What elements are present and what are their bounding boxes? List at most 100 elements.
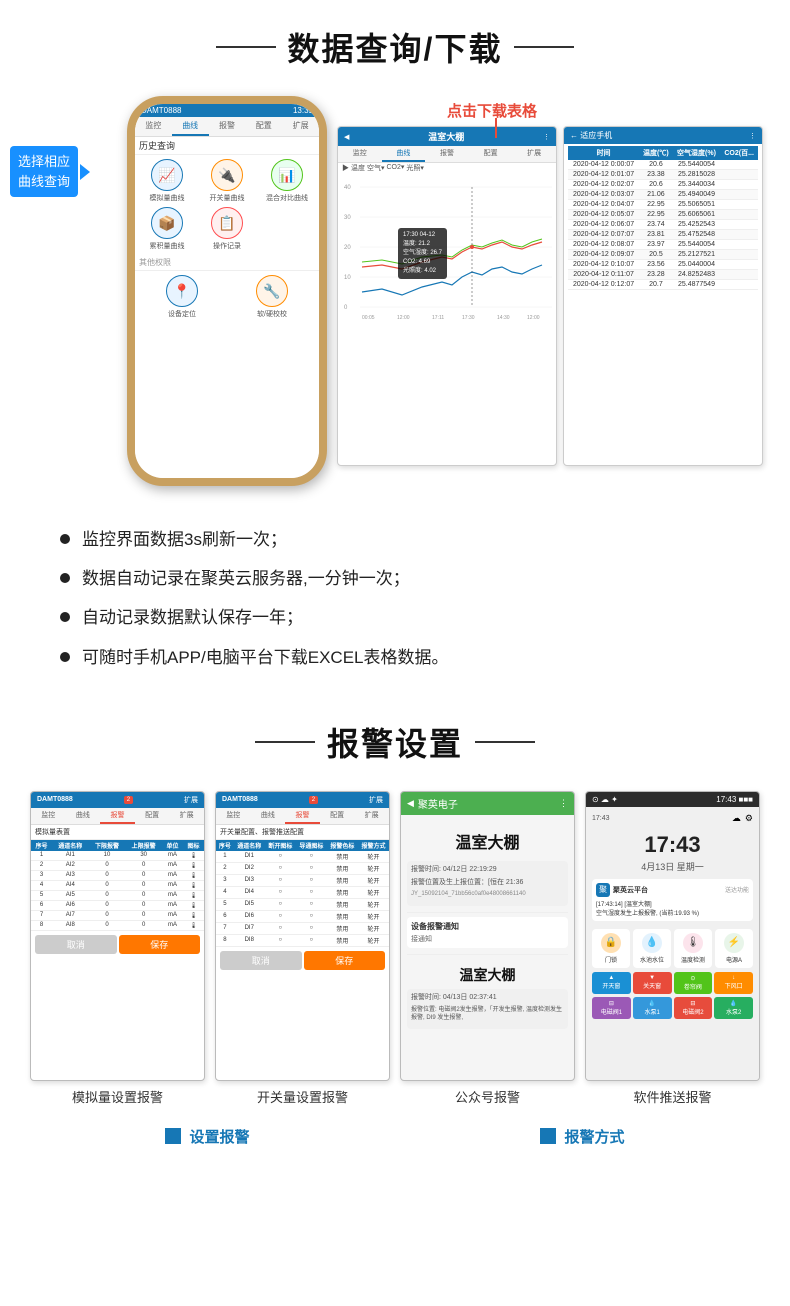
action-roller[interactable]: ⊙卷帘阀	[674, 972, 713, 994]
push-notif: 聚 聚英云平台 送达功能 [17:43:14] [温室大棚]空气湿度发生上报报警…	[592, 879, 753, 921]
other-perms: 其他权限	[135, 255, 319, 271]
table-row: 7AI700mA🌡	[31, 910, 204, 920]
blue-square-2	[540, 1128, 556, 1144]
table-row: 2020-04-12 0:12:0720.725.4877549	[568, 280, 758, 290]
bullet-2: 数据自动记录在聚英云服务器,一分钟一次；	[60, 565, 730, 592]
svg-text:12:00: 12:00	[397, 315, 410, 321]
analog-alarm-table: 序号 通道名称 下限报警 上限报警 单位 图标 1AI11030mA🌡 2AI2…	[31, 840, 204, 931]
action-open-skylight[interactable]: ▲开天窗	[592, 972, 631, 994]
device-locate[interactable]: 📍 设备定位	[139, 275, 225, 319]
save-btn[interactable]: 保存	[119, 935, 201, 954]
chart-nav-expand[interactable]: 扩展	[512, 146, 556, 162]
chart-tooltip: 17:30 04-12 温度: 21.2 空气湿度: 26.7 CO2: 4.6…	[398, 228, 447, 279]
quick-btn-water[interactable]: 💧 水池水位	[633, 929, 671, 968]
bottom-info-row: 设置报警 报警方式	[0, 1116, 790, 1163]
wechat-header: ◀ 聚英电子 ⋮	[401, 792, 574, 815]
action-vent[interactable]: ↓下风口	[714, 972, 753, 994]
table-row: 2020-04-12 0:03:0721.0625.4940049	[568, 190, 758, 200]
accum-curve[interactable]: 📦 累积量曲线	[139, 207, 195, 251]
table-row: 2020-04-12 0:07:0723.8125.4752548	[568, 230, 758, 240]
chart-nav-curve[interactable]: 曲线	[382, 146, 426, 162]
push-status-bar: ⊙ ☁ ✦ 17:43 ■■■	[586, 792, 759, 807]
chart-screen: ◀ 温室大棚 ⋮ 监控 曲线 报警 配置 扩展 ▶ 温度空气▾CO2▾光照▾ 4…	[337, 126, 557, 466]
chart-nav: 监控 曲线 报警 配置 扩展	[338, 146, 556, 163]
svg-text:10: 10	[344, 275, 351, 281]
analog-curve[interactable]: 📈 模拟量曲线	[139, 159, 195, 203]
section2-title: 报警设置	[327, 719, 463, 765]
op-record[interactable]: 📋 操作记录	[199, 207, 255, 251]
blue-square-1	[165, 1128, 181, 1144]
action-pump1[interactable]: 💧水泵1	[633, 997, 672, 1019]
bullet-1: 监控界面数据3s刷新一次；	[60, 526, 730, 553]
nav-monitor[interactable]: 监控	[135, 117, 172, 136]
switch-curve[interactable]: 🔌 开关量曲线	[199, 159, 255, 203]
chart-nav-config[interactable]: 配置	[469, 146, 513, 162]
left-annotation: 选择相应曲线查询	[10, 146, 90, 197]
table-row: 8DI8○○禁用轮开	[216, 934, 389, 946]
table-row: 4AI400mA🌡	[31, 880, 204, 890]
push-content: 17:43 ☁⚙ 17:43 4月13日 星期一 聚 聚英云平台 送达功能 [1…	[586, 807, 759, 1081]
mixed-curve[interactable]: 📊 混合对比曲线	[259, 159, 315, 203]
cancel-btn2[interactable]: 取消	[220, 951, 302, 970]
svg-text:00:05: 00:05	[362, 315, 375, 321]
data-table: 时间 温度(℃) 空气湿度(%) CO2(百... 2020-04-12 0:0…	[568, 146, 758, 290]
public-alarm-screen: ◀ 聚英电子 ⋮ 温室大棚 报警时间: 04/12日 22:19:29 报警位置…	[400, 791, 575, 1081]
table-row: 2020-04-12 0:09:0720.525.2127521	[568, 250, 758, 260]
quick-btn-temp[interactable]: 🌡 温度检测	[674, 929, 712, 968]
push-alarm-wrapper: ⊙ ☁ ✦ 17:43 ■■■ 17:43 ☁⚙ 17:43 4月13日 星期一…	[585, 791, 760, 1106]
switch-btn-bar: 取消 保存	[216, 947, 389, 974]
chart-title: 温室大棚	[428, 130, 464, 143]
nav-expand[interactable]: 扩展	[282, 117, 319, 136]
nav-config[interactable]: 配置	[245, 117, 282, 136]
alarm-method-text: 报警方式	[564, 1126, 624, 1147]
nav-curve[interactable]: 曲线	[172, 117, 209, 136]
table-row: 5DI5○○禁用轮开	[216, 898, 389, 910]
svg-text:30: 30	[344, 215, 351, 221]
company-name: 聚英电子	[418, 796, 458, 811]
table-row: 5AI500mA🌡	[31, 890, 204, 900]
greenhouse-title1: 温室大棚	[407, 821, 568, 861]
switch-alarm-wrapper: DAMT0888 2 扩展 监控 曲线 报警 配置 扩展 开关量配置、报警推送配…	[215, 791, 390, 1106]
alarm-method-info: 报警方式	[540, 1126, 624, 1147]
table-header: ← 适应手机 ⋮	[564, 127, 762, 144]
svg-text:17:11: 17:11	[432, 315, 444, 321]
svg-text:20: 20	[344, 245, 351, 251]
wechat-content: 温室大棚 报警时间: 04/12日 22:19:29 报警位置及生上报位置：[恒…	[401, 815, 574, 1036]
push-date: 4月13日 星期一	[592, 860, 753, 873]
analog-alarm-header: DAMT0888 2 扩展	[31, 792, 204, 808]
section1-header: 数据查询/下载	[0, 0, 790, 86]
table-row: 2020-04-12 0:11:0723.2824.8252483	[568, 270, 758, 280]
history-label: 历史查询	[135, 137, 319, 155]
save-btn2[interactable]: 保存	[304, 951, 386, 970]
section2-header: 报警设置	[0, 703, 790, 781]
phone-mockup: DAMT088813:39 监控 曲线 报警 配置 扩展 历史查询 📈 模拟量曲…	[127, 96, 327, 486]
soft-hard-cal[interactable]: 🔧 软/硬校校	[229, 275, 315, 319]
svg-text:17:30: 17:30	[462, 315, 475, 321]
action-solenoid1[interactable]: ⊟电磁阀1	[592, 997, 631, 1019]
quick-btn-door[interactable]: 🔒 门锁	[592, 929, 630, 968]
nav-alarm[interactable]: 报警	[209, 117, 246, 136]
action-pump2[interactable]: 💧水泵2	[714, 997, 753, 1019]
quick-btn-power[interactable]: ⚡ 电源A	[715, 929, 753, 968]
bullet-3: 自动记录数据默认保存一年；	[60, 604, 730, 631]
notice-box: 设备报警通知 接通知	[407, 917, 568, 948]
table-row: 7DI7○○禁用轮开	[216, 922, 389, 934]
action-close-skylight[interactable]: ▼关天窗	[633, 972, 672, 994]
chart-nav-monitor[interactable]: 监控	[338, 146, 382, 162]
table-row: 2020-04-12 0:08:0723.9725.5440054	[568, 240, 758, 250]
cancel-btn[interactable]: 取消	[35, 935, 117, 954]
switch-alarm-screen: DAMT0888 2 扩展 监控 曲线 报警 配置 扩展 开关量配置、报警推送配…	[215, 791, 390, 1081]
public-label: 公众号报警	[455, 1087, 520, 1106]
push-alarm-screen: ⊙ ☁ ✦ 17:43 ■■■ 17:43 ☁⚙ 17:43 4月13日 星期一…	[585, 791, 760, 1081]
chart-nav-alarm[interactable]: 报警	[425, 146, 469, 162]
analog-alarm-screen: DAMT0888 2 扩展 监控 曲线 报警 配置 扩展 模拟量表置 序号 通道…	[30, 791, 205, 1081]
table-row: 2AI200mA🌡	[31, 860, 204, 870]
switch-alarm-table: 序号 通道名称 断开图标 导通图标 报警色标 报警方式 1DI1○○禁用轮开 2…	[216, 840, 389, 947]
table-row: 6AI600mA🌡	[31, 900, 204, 910]
chart-screenshot: 点击下载表格 ◀ 温室大棚 ⋮ 监控 曲线 报警 配置 扩展 ▶ 温度空气▾CO…	[337, 126, 557, 466]
section1-title: 数据查询/下载	[288, 24, 503, 70]
table-row: 3AI300mA🌡	[31, 870, 204, 880]
svg-text:40: 40	[344, 185, 351, 191]
action-solenoid2[interactable]: ⊟电磁阀2	[674, 997, 713, 1019]
chart-header: ◀ 温室大棚 ⋮	[338, 127, 556, 146]
